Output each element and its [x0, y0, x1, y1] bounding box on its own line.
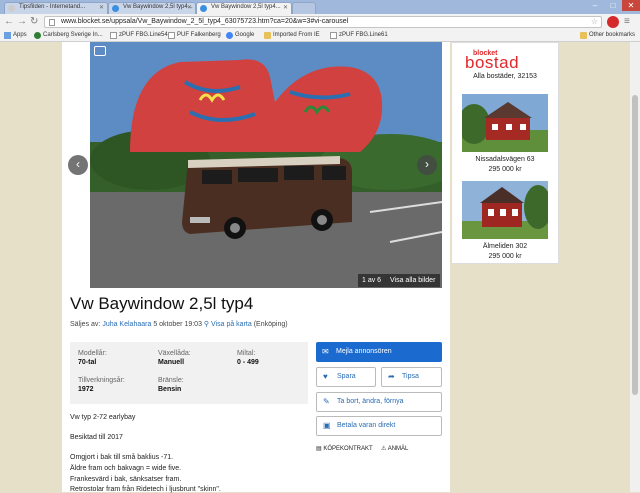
description-line: Frankesvärd i bak, sänksatser fram.: [70, 476, 182, 483]
bookmark-other[interactable]: Other bookmarks: [580, 31, 635, 40]
tab-favicon-icon: [8, 5, 15, 12]
maximize-icon[interactable]: □: [604, 0, 622, 11]
page-icon: [110, 32, 117, 39]
warning-icon: ⚠: [381, 446, 388, 452]
address-bar[interactable]: www.blocket.se/uppsala/Vw_Baywindow_2_5l…: [44, 16, 602, 28]
image-counter: 1 av 6: [358, 274, 386, 287]
tip-button[interactable]: ➦ Tipsa: [381, 367, 442, 387]
back-icon[interactable]: ←: [4, 16, 14, 28]
seller-info: Säljes av: Juha Kelahaara 5 oktober 19:0…: [70, 321, 288, 328]
close-window-icon[interactable]: ✕: [622, 0, 640, 11]
apps-icon: [4, 32, 11, 39]
page-icon: [49, 19, 55, 26]
bookmark-star-icon[interactable]: ☆: [591, 17, 598, 27]
new-tab-button[interactable]: [292, 2, 316, 14]
spec-mileage: Miltal: 0 - 499: [237, 350, 259, 366]
map-link[interactable]: Visa på karta: [211, 321, 252, 328]
heart-icon: ♥: [323, 372, 328, 381]
folder-icon: [264, 32, 271, 39]
extension-icon[interactable]: [607, 16, 619, 28]
tab-favicon-icon: [112, 5, 119, 12]
bookmark-puf-falkenberg[interactable]: PUF Falkenberg: [168, 31, 221, 40]
purchase-contract-link[interactable]: ▤ KÖPEKONTRAKT: [316, 445, 373, 452]
google-icon: [226, 32, 233, 39]
browser-tab-3[interactable]: Vw Baywindow 2,5l typ4... ✕: [196, 2, 292, 14]
description-line: Omgjort i bak till små baklius -71.: [70, 454, 174, 461]
bostad-logo: bostad: [465, 53, 520, 72]
share-arrow-icon: ➦: [388, 372, 395, 381]
bookmark-apps[interactable]: Apps: [4, 31, 27, 40]
map-pin-icon: ⚲: [203, 321, 210, 328]
house-1-address[interactable]: Nissadalsvägen 63: [451, 156, 559, 163]
bookmark-imported[interactable]: Imported From IE: [264, 31, 320, 40]
lock-icon: ▣: [323, 421, 331, 430]
ad-tagline: Alla bostäder, 32153: [473, 73, 537, 80]
listing-photo[interactable]: [90, 42, 442, 288]
bookmarks-bar: Apps Carlsberg Sverige In... zPUF FBG.Li…: [0, 30, 640, 42]
close-tab-icon[interactable]: ✕: [99, 4, 104, 11]
house-2-address[interactable]: Älmeliden 302: [451, 243, 559, 250]
pencil-icon: ✎: [323, 397, 330, 406]
page-icon: [330, 32, 337, 39]
email-seller-button[interactable]: ✉ Mejla annonsören: [316, 342, 442, 362]
house-image-2[interactable]: [462, 181, 548, 239]
photo-illustration: [90, 42, 442, 288]
reload-icon[interactable]: ↻: [30, 16, 38, 28]
edit-ad-button[interactable]: ✎ Ta bort, ändra, förnya: [316, 392, 442, 412]
spec-fuel: Bränsle: Bensin: [158, 377, 184, 393]
spec-gearbox: Växellåda: Manuell: [158, 350, 191, 366]
seller-link[interactable]: Juha Kelahaara: [102, 321, 151, 328]
pay-direct-button[interactable]: ▣ Betala varan direkt: [316, 416, 442, 436]
close-tab-icon[interactable]: ✕: [283, 4, 288, 11]
house-2-price: 295 000 kr: [488, 253, 522, 260]
save-button[interactable]: ♥ Spara: [316, 367, 376, 387]
bookmark-carlsberg[interactable]: Carlsberg Sverige In...: [34, 31, 103, 40]
house-1-price: 295 000 kr: [488, 166, 522, 173]
forward-icon[interactable]: →: [17, 16, 27, 28]
listing-title: Vw Baywindow 2,5l typ4: [70, 294, 254, 313]
report-link[interactable]: ⚠ ANMÄL: [381, 445, 408, 452]
folder-icon: [580, 32, 587, 39]
camera-icon: [94, 46, 106, 56]
minimize-icon[interactable]: –: [586, 0, 604, 11]
house-image-1[interactable]: [462, 94, 548, 152]
carlsberg-icon: [34, 32, 41, 39]
browser-toolbar: ← → ↻ www.blocket.se/uppsala/Vw_Baywindo…: [0, 14, 640, 30]
mail-icon: ✉: [322, 347, 329, 356]
bookmark-zpuf-54[interactable]: zPUF FBG.Line54: [110, 31, 168, 40]
description-line: Besiktad till 2017: [70, 434, 123, 441]
view-all-images-button[interactable]: Visa alla bilder: [385, 274, 441, 287]
description-line: Äldre fram och bakvagn = wide five.: [70, 465, 182, 472]
tab-favicon-icon: [200, 5, 207, 12]
description-line: Vw typ 2-72 earlybay: [70, 414, 136, 421]
browser-tab-1[interactable]: Tipsfilden - Internetand... ✕: [4, 2, 108, 14]
scrollbar-thumb[interactable]: [632, 95, 638, 395]
browser-tab-2[interactable]: Vw Baywindow 2,5l typ4... ✕: [108, 2, 196, 14]
page-icon: [168, 32, 175, 39]
close-tab-icon[interactable]: ✕: [187, 4, 192, 11]
bookmark-zpuf-61[interactable]: zPUF FBG.Line61: [330, 31, 388, 40]
carousel-prev-button[interactable]: ‹: [68, 155, 88, 175]
spec-model-year: Modellår: 70-tal: [78, 350, 107, 366]
spec-manufacture-year: Tillverkningsår: 1972: [78, 377, 125, 393]
carousel-next-button[interactable]: ›: [417, 155, 437, 175]
menu-icon[interactable]: ≡: [624, 16, 630, 28]
tab-strip: Tipsfilden - Internetand... ✕ Vw Baywind…: [0, 0, 640, 14]
bookmark-google[interactable]: Google: [226, 31, 254, 40]
